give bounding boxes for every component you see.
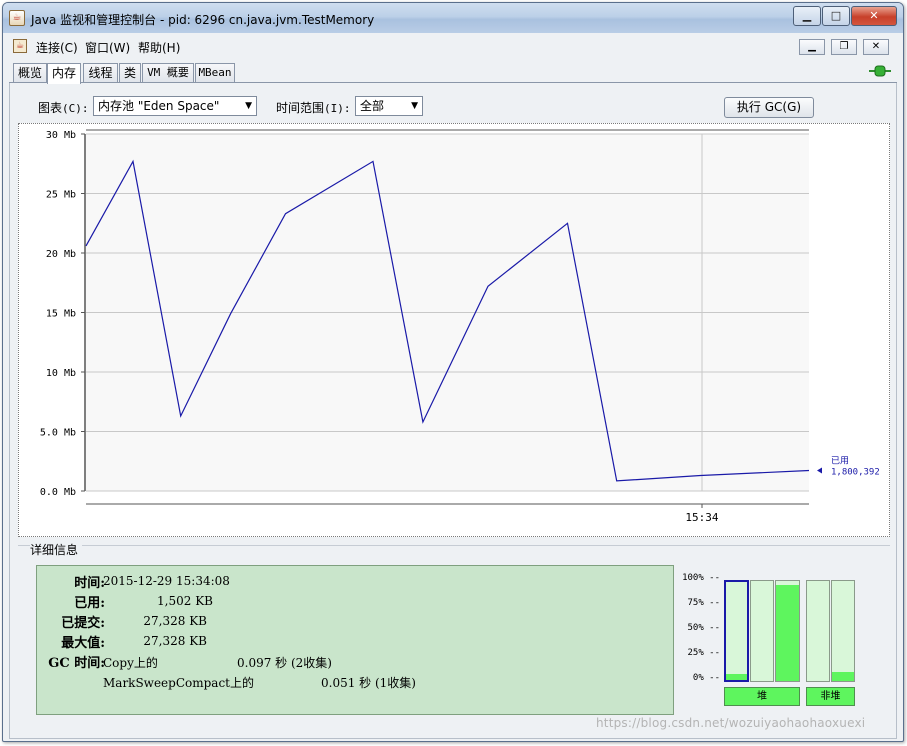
non-heap-button[interactable]: 非堆 [806, 687, 855, 706]
gc-marksweep-name: MarkSweepCompact上的 [103, 676, 254, 690]
tab-mbean[interactable]: MBean [195, 63, 235, 83]
y-axis-tick-label: 25 Mb [46, 190, 76, 201]
menu-bar: ☕ 连接(C) 窗口(W) 帮助(H) ▁ ❐ ✕ [3, 35, 903, 57]
bar-tick-75: 75% -- [687, 598, 720, 608]
tab-threads[interactable]: 线程 [83, 63, 118, 83]
y-axis-tick-label: 20 Mb [46, 249, 76, 260]
used-label: 已用: [74, 596, 105, 611]
chart-label: 图表(C): [38, 101, 89, 115]
pool-bar-permgen[interactable] [831, 580, 855, 682]
tab-vm-summary[interactable]: VM 概要 [142, 63, 194, 83]
range-select-value: 全部 [360, 99, 385, 113]
pool-bar-eden[interactable] [724, 580, 749, 682]
window-title: Java 监视和管理控制台 - pid: 6296 cn.java.jvm.Te… [31, 13, 375, 27]
memory-chart-panel: 0.0 Mb 5.0 Mb 10 Mb 15 Mb 20 Mb 25 Mb 30 Mb 15:… [18, 123, 890, 537]
app-window: ☕ Java 监视和管理控制台 - pid: 6296 cn.java.jvm.… [2, 2, 904, 742]
java-cup-icon: ☕ [9, 10, 25, 26]
menu-help[interactable]: 帮助(H) [138, 39, 180, 56]
tab-overview[interactable]: 概览 [13, 63, 47, 83]
bar-tick-0: 0% -- [692, 673, 720, 683]
gc-time-label: GC 时间: [48, 656, 105, 671]
range-select[interactable]: 全部 ▼ [355, 96, 423, 116]
y-axis-tick-label: 15 Mb [46, 309, 76, 320]
y-axis-tick-label: 0.0 Mb [40, 487, 76, 498]
bar-tick-25: 25% -- [687, 648, 720, 658]
pool-bar-permgen-fill [832, 672, 854, 681]
perform-gc-button[interactable]: 执行 GC(G) [724, 97, 814, 118]
mdi-close-button[interactable]: ✕ [863, 39, 889, 55]
maximize-button[interactable]: □ [822, 6, 850, 26]
max-label: 最大值: [61, 636, 105, 651]
heap-button[interactable]: 堆 [724, 687, 800, 706]
y-axis-tick-label: 10 Mb [46, 368, 76, 379]
memory-chart: 0.0 Mb 5.0 Mb 10 Mb 15 Mb 20 Mb 25 Mb 30 Mb 15:… [40, 129, 880, 524]
title-bar[interactable]: ☕ Java 监视和管理控制台 - pid: 6296 cn.java.jvm.… [3, 3, 903, 33]
pool-bar-eden-fill [726, 674, 747, 680]
tab-classes[interactable]: 类 [119, 63, 141, 83]
pool-bar-tenured[interactable] [775, 580, 800, 682]
chevron-down-icon: ▼ [411, 101, 418, 111]
y-axis-tick-label: 30 Mb [46, 130, 76, 141]
chart-select[interactable]: 内存池 "Eden Space" ▼ [93, 96, 257, 116]
current-series-label: 已用 [831, 456, 849, 467]
menu-window[interactable]: 窗口(W) [85, 39, 130, 56]
time-label: 时间: [74, 576, 105, 591]
close-button[interactable]: ✕ [851, 6, 897, 26]
pool-bar-tenured-fill [776, 585, 799, 681]
memory-pool-bars: 100% -- 75% -- 50% -- 25% -- 0% -- 堆 非堆 [680, 573, 890, 713]
details-title: 详细信息 [30, 541, 83, 558]
connection-status-icon [869, 65, 891, 77]
tab-memory[interactable]: 内存 [47, 63, 81, 84]
memory-panel: 图表(C): 内存池 "Eden Space" ▼ 时间范围(I): 全部 ▼ … [9, 83, 897, 739]
watermark-text: https://blog.csdn.net/wozuiyaohaohaoxuex… [596, 716, 866, 730]
bar-tick-100: 100% -- [682, 573, 720, 583]
gc-copy-name: Copy上的 [103, 656, 158, 670]
minimize-button[interactable]: ▁ [793, 6, 821, 26]
mdi-restore-button[interactable]: ❐ [831, 39, 857, 55]
time-value: 2015-12-29 15:34:08 [103, 574, 230, 588]
details-divider [18, 545, 890, 546]
x-axis-tick-label: 15:34 [685, 511, 718, 524]
chevron-down-icon: ▼ [245, 101, 252, 111]
current-series-value: 1,800,392 [831, 468, 880, 478]
menu-connection[interactable]: 连接(C) [36, 39, 78, 56]
range-label: 时间范围(I): [276, 101, 351, 115]
bar-tick-50: 50% -- [687, 623, 720, 633]
gc-copy-value: 0.097 秒 (2收集) [237, 656, 332, 670]
committed-label: 已提交: [61, 616, 105, 631]
y-axis-tick-label: 5.0 Mb [40, 428, 76, 439]
gc-marksweep-value: 0.051 秒 (1收集) [321, 676, 416, 690]
details-info-box: 时间: 2015-12-29 15:34:08 已用: 1,502 KB 已提交… [36, 565, 674, 715]
pool-bar-codecache[interactable] [806, 580, 830, 682]
pool-bar-survivor[interactable] [750, 580, 774, 682]
mdi-minimize-button[interactable]: ▁ [799, 39, 825, 55]
max-value: 27,328 KB [143, 634, 207, 648]
java-cup-icon[interactable]: ☕ [13, 39, 27, 53]
chart-select-value: 内存池 "Eden Space" [98, 99, 220, 113]
current-value-marker [817, 467, 822, 474]
used-value: 1,502 KB [157, 594, 213, 608]
committed-value: 27,328 KB [143, 614, 207, 628]
